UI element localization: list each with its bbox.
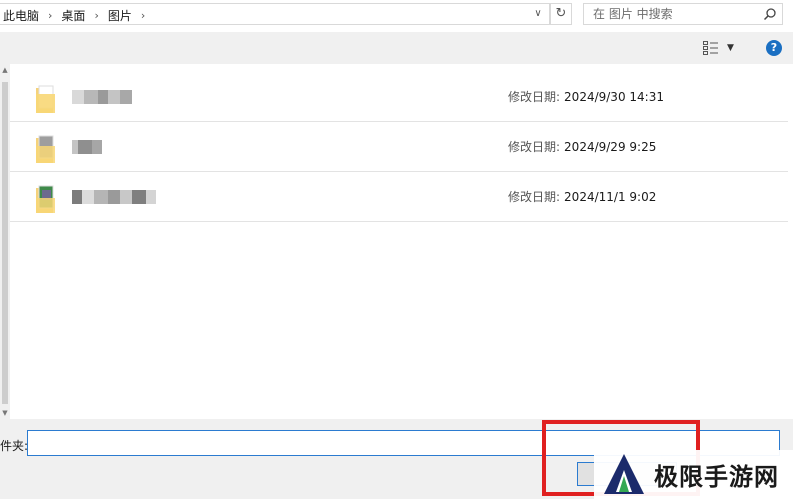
chevron-right-icon[interactable]: › [134,9,152,22]
watermark-text: 极限手游网 [654,462,779,491]
watermark: 极限手游网 [594,450,793,499]
folder-icon [36,135,55,163]
vertical-scrollbar[interactable]: ▲ ▼ [0,64,10,419]
address-row: 此电脑 › 桌面 › 图片 › ∨ ↻ 在 图片 中搜索 [0,0,793,32]
scroll-up-icon[interactable]: ▲ [1,66,9,74]
redacted-file-name [72,140,102,154]
folder-icon [36,85,55,113]
help-icon[interactable]: ? [766,40,782,56]
search-placeholder: 在 图片 中搜索 [593,7,673,21]
chevron-right-icon[interactable]: › [87,9,105,22]
refresh-icon: ↻ [555,6,567,21]
file-list: ▲ ▼ 修改日期: 2024/9/30 14:31 修改日期: 2024/9/2… [0,64,793,419]
redacted-file-name [72,90,132,104]
chevron-down-icon[interactable]: ∨ [531,6,545,22]
redacted-file-name [72,190,156,204]
modified-date: 修改日期: 2024/9/30 14:31 [508,90,664,104]
list-item[interactable]: 修改日期: 2024/11/1 9:02 [10,172,788,222]
breadcrumb-desktop[interactable]: 桌面 [59,7,87,24]
search-icon[interactable] [763,7,777,21]
search-input[interactable]: 在 图片 中搜索 [583,3,783,25]
view-options-dropdown-icon[interactable]: ▼ [727,41,737,55]
view-details-icon[interactable] [703,41,719,55]
breadcrumb-this-pc[interactable]: 此电脑 [1,7,41,24]
modified-date: 修改日期: 2024/11/1 9:02 [508,190,657,204]
address-bar[interactable]: 此电脑 › 桌面 › 图片 › ∨ [0,3,550,25]
chevron-right-icon[interactable]: › [41,9,59,22]
list-item[interactable]: 修改日期: 2024/9/30 14:31 [10,72,788,122]
command-bar: ▼ ? [0,32,793,64]
folder-label: 件夹: [0,439,29,453]
list-item[interactable]: 修改日期: 2024/9/29 9:25 [10,122,788,172]
refresh-button[interactable]: ↻ [550,3,572,25]
folder-icon [36,185,55,213]
breadcrumb-pictures[interactable]: 图片 [106,7,134,24]
scroll-thumb[interactable] [2,82,8,404]
scroll-down-icon[interactable]: ▼ [1,409,9,417]
watermark-logo-icon [604,454,644,494]
modified-date: 修改日期: 2024/9/29 9:25 [508,140,657,154]
breadcrumb: 此电脑 › 桌面 › 图片 › [1,4,152,26]
